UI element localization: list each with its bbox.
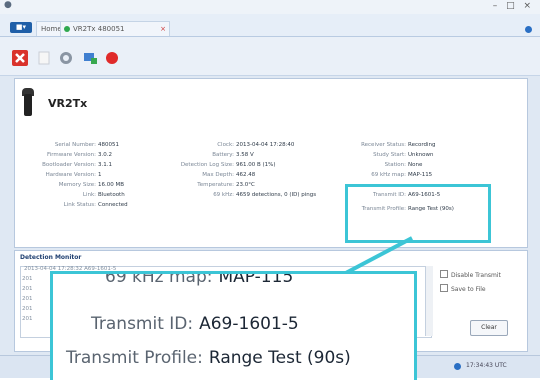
zoom-callout: 69 kHz map: MAP-115 Transmit ID: A69-1601-… [50,271,417,380]
zoom-row-transmit-profile: Transmit Profile: Range Test (90s) [66,348,351,368]
app-window: ● – □ × ■▾ Home VR2Tx 480051 × VR2Tx Ser… [0,0,540,380]
zoom-row-map: 69 kHz map: MAP-115 [105,271,294,287]
zoom-row-transmit-id: Transmit ID: A69-1601-5 [91,314,299,334]
